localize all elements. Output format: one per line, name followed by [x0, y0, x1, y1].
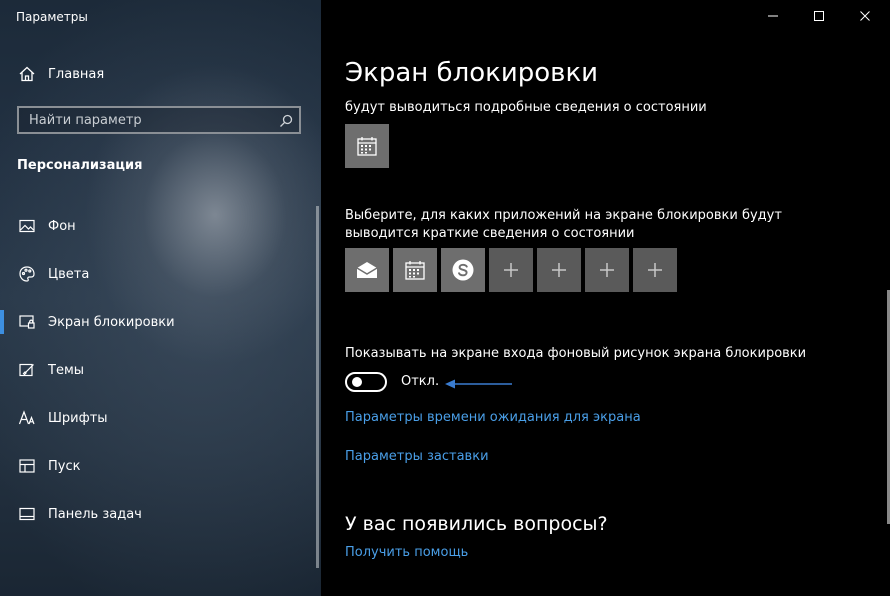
screen-timeout-link[interactable]: Параметры времени ожидания для экрана — [345, 410, 641, 425]
screensaver-link[interactable]: Параметры заставки — [345, 449, 489, 464]
content-pane: Экран блокировки будут выводиться подроб… — [321, 0, 890, 596]
nav-home-label: Главная — [48, 66, 105, 82]
maximize-icon — [813, 7, 825, 26]
sidebar-item-taskbar[interactable]: Панель задач — [0, 494, 316, 534]
sidebar-item-label: Экран блокировки — [48, 314, 175, 330]
get-help-link[interactable]: Получить помощь — [345, 545, 468, 560]
signin-background-label: Показывать на экране входа фоновый рисун… — [345, 346, 807, 361]
sidebar-item-label: Панель задач — [48, 506, 142, 522]
toggle-state-label: Откл. — [401, 374, 440, 389]
sidebar-item-label: Цвета — [48, 266, 90, 282]
themes-icon — [18, 361, 36, 379]
sidebar-item-label: Фон — [48, 218, 76, 234]
sidebar-item-label: Пуск — [48, 458, 81, 474]
quick-status-text-2: выводится краткие сведения о состоянии — [345, 226, 635, 241]
page-title: Экран блокировки — [345, 58, 599, 88]
window-title: Параметры — [16, 10, 88, 24]
sidebar: Параметры Главная Персонализация — [0, 0, 321, 596]
lock-screen-icon — [18, 313, 36, 331]
maximize-button[interactable] — [796, 0, 842, 32]
sidebar-scrollbar[interactable] — [316, 206, 319, 568]
image-icon — [18, 217, 36, 235]
close-icon — [859, 7, 871, 26]
plus-icon — [551, 262, 567, 278]
quick-status-app-skype[interactable] — [441, 248, 485, 292]
sidebar-item-fonts[interactable]: Шрифты — [0, 398, 316, 438]
minimize-icon — [767, 7, 779, 26]
section-title: Персонализация — [17, 158, 143, 173]
settings-window: Параметры Главная Персонализация — [0, 0, 890, 596]
home-icon — [18, 65, 36, 83]
sidebar-item-label: Темы — [48, 362, 85, 378]
signin-background-toggle[interactable] — [345, 372, 387, 392]
add-quick-status-app-button[interactable] — [537, 248, 581, 292]
calendar-icon — [356, 135, 378, 157]
sidebar-item-themes[interactable]: Темы — [0, 350, 316, 390]
skype-icon — [450, 257, 476, 283]
fonts-icon — [18, 409, 36, 427]
detailed-status-text: будут выводиться подробные сведения о со… — [345, 100, 707, 115]
palette-icon — [18, 265, 36, 283]
add-quick-status-app-button[interactable] — [633, 248, 677, 292]
questions-heading: У вас появились вопросы? — [345, 513, 608, 535]
search-icon[interactable] — [279, 113, 293, 127]
arrow-left-icon — [445, 376, 513, 395]
nav-home[interactable]: Главная — [0, 56, 321, 92]
quick-status-text-1: Выберите, для каких приложений на экране… — [345, 208, 782, 223]
start-icon — [18, 457, 36, 475]
search-input[interactable] — [19, 108, 279, 132]
search-box — [17, 106, 301, 134]
quick-status-app-mail[interactable] — [345, 248, 389, 292]
plus-icon — [503, 262, 519, 278]
sidebar-item-colors[interactable]: Цвета — [0, 254, 316, 294]
plus-icon — [647, 262, 663, 278]
mail-icon — [355, 260, 379, 280]
sidebar-item-start[interactable]: Пуск — [0, 446, 316, 486]
minimize-button[interactable] — [750, 0, 796, 32]
detailed-status-app-tile[interactable] — [345, 124, 389, 168]
add-quick-status-app-button[interactable] — [585, 248, 629, 292]
calendar-icon — [404, 259, 426, 281]
plus-icon — [599, 262, 615, 278]
active-indicator — [0, 310, 4, 334]
sidebar-item-background[interactable]: Фон — [0, 206, 316, 246]
taskbar-icon — [18, 505, 36, 523]
add-quick-status-app-button[interactable] — [489, 248, 533, 292]
sidebar-item-lock-screen[interactable]: Экран блокировки — [0, 302, 316, 342]
toggle-knob — [352, 377, 362, 387]
quick-status-app-calendar[interactable] — [393, 248, 437, 292]
sidebar-item-label: Шрифты — [48, 410, 108, 426]
close-button[interactable] — [842, 0, 888, 32]
